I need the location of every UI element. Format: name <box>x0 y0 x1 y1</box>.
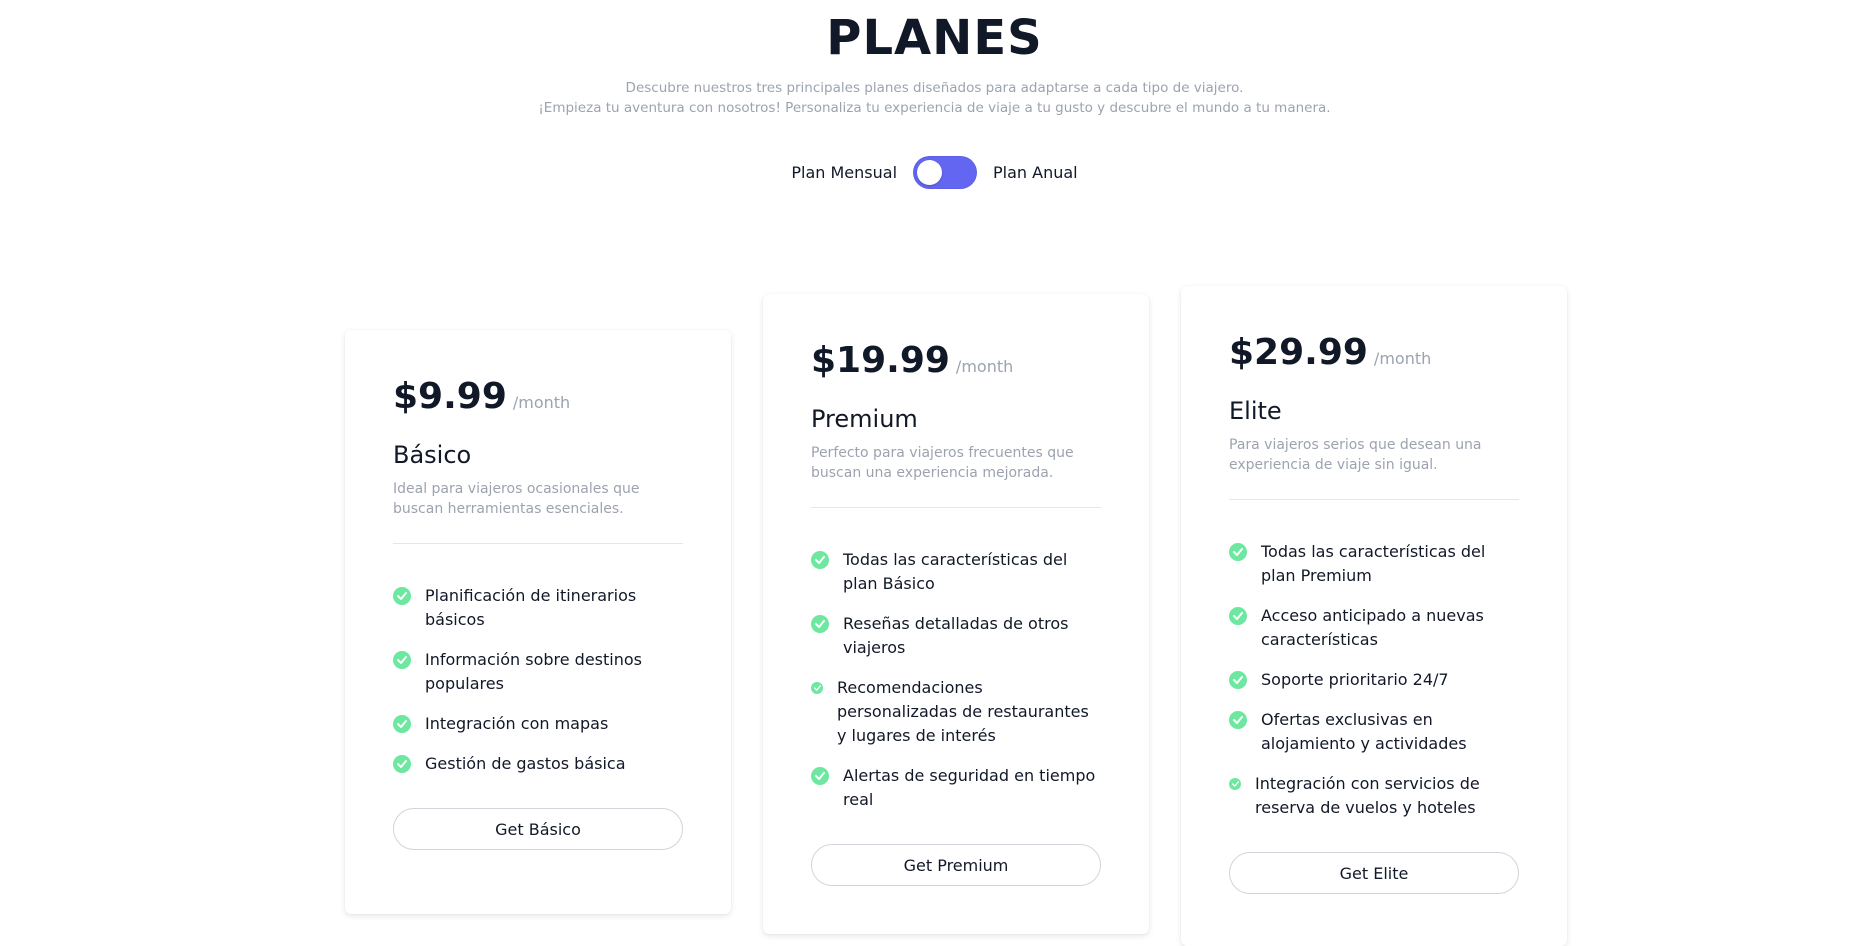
feature-label: Recomendaciones personalizadas de restau… <box>837 678 1089 745</box>
check-circle-icon <box>1229 711 1247 729</box>
plan-card-premium: $19.99 /month Premium Perfecto para viaj… <box>763 294 1149 934</box>
feature-label: Soporte prioritario 24/7 <box>1261 670 1449 689</box>
divider <box>1229 499 1519 500</box>
price-row: $9.99 /month <box>393 376 683 417</box>
monthly-plan-label[interactable]: Plan Mensual <box>791 163 897 182</box>
feature-item: Soporte prioritario 24/7 <box>1229 668 1519 692</box>
check-circle-icon <box>1229 778 1241 790</box>
feature-item: Información sobre destinos populares <box>393 648 683 696</box>
check-circle-icon <box>1229 671 1247 689</box>
feature-item: Gestión de gastos básica <box>393 752 683 776</box>
check-circle-icon <box>811 615 829 633</box>
plan-period: /month <box>955 357 1014 376</box>
check-circle-icon <box>393 715 411 733</box>
plan-description: Perfecto para viajeros frecuentes que bu… <box>811 445 1074 481</box>
billing-toggle-row: Plan Mensual Plan Anual <box>0 156 1869 189</box>
feature-item: Planificación de itinerarios básicos <box>393 584 683 632</box>
feature-label: Integración con mapas <box>425 714 609 733</box>
check-circle-icon <box>811 551 829 569</box>
feature-label: Todas las características del plan Básic… <box>843 550 1068 593</box>
feature-label: Planificación de itinerarios básicos <box>425 586 637 629</box>
plan-period: /month <box>512 393 571 412</box>
feature-list: Todas las características del plan Básic… <box>811 548 1101 812</box>
plan-price: $19.99 <box>811 340 950 381</box>
plan-description: Ideal para viajeros ocasionales que busc… <box>393 481 640 517</box>
page-subtitle-line-1: Descubre nuestros tres principales plane… <box>625 80 1244 96</box>
get-elite-button[interactable]: Get Elite <box>1229 852 1519 894</box>
divider <box>811 507 1101 508</box>
feature-item: Recomendaciones personalizadas de restau… <box>811 676 1101 748</box>
feature-item: Todas las características del plan Premi… <box>1229 540 1519 588</box>
check-circle-icon <box>393 651 411 669</box>
check-circle-icon <box>811 682 823 694</box>
plan-name: Premium <box>811 405 918 433</box>
feature-item: Integración con mapas <box>393 712 683 736</box>
price-row: $19.99 /month <box>811 340 1101 381</box>
plan-period: /month <box>1373 349 1432 368</box>
plan-price: $9.99 <box>393 376 507 417</box>
check-circle-icon <box>1229 607 1247 625</box>
check-circle-icon <box>1229 543 1247 561</box>
plan-card-basico: $9.99 /month Básico Ideal para viajeros … <box>345 330 731 914</box>
price-row: $29.99 /month <box>1229 332 1519 373</box>
feature-label: Ofertas exclusivas en alojamiento y acti… <box>1261 710 1467 753</box>
plan-name: Elite <box>1229 397 1282 425</box>
feature-item: Alertas de seguridad en tiempo real <box>811 764 1101 812</box>
plan-price: $29.99 <box>1229 332 1368 373</box>
feature-label: Información sobre destinos populares <box>425 650 642 693</box>
feature-label: Alertas de seguridad en tiempo real <box>843 766 1096 809</box>
feature-label: Acceso anticipado a nuevas característic… <box>1261 606 1484 649</box>
page-title: PLANES <box>826 10 1043 66</box>
feature-label: Gestión de gastos básica <box>425 754 626 773</box>
feature-list: Todas las características del plan Premi… <box>1229 540 1519 820</box>
billing-toggle-switch[interactable] <box>913 156 978 189</box>
check-circle-icon <box>393 587 411 605</box>
page-subtitle-line-2: ¡Empieza tu aventura con nosotros! Perso… <box>538 100 1331 116</box>
feature-list: Planificación de itinerarios básicos Inf… <box>393 584 683 776</box>
check-circle-icon <box>811 767 829 785</box>
check-circle-icon <box>393 755 411 773</box>
annual-plan-label[interactable]: Plan Anual <box>993 163 1078 182</box>
feature-item: Ofertas exclusivas en alojamiento y acti… <box>1229 708 1519 756</box>
feature-item: Reseñas detalladas de otros viajeros <box>811 612 1101 660</box>
feature-label: Reseñas detalladas de otros viajeros <box>843 614 1069 657</box>
divider <box>393 543 683 544</box>
feature-label: Todas las características del plan Premi… <box>1261 542 1486 585</box>
feature-item: Acceso anticipado a nuevas característic… <box>1229 604 1519 652</box>
toggle-knob <box>917 160 943 185</box>
plan-card-elite: $29.99 /month Elite Para viajeros serios… <box>1181 286 1567 946</box>
feature-label: Integración con servicios de reserva de … <box>1255 774 1480 817</box>
plan-description: Para viajeros serios que desean una expe… <box>1229 437 1482 473</box>
get-basico-button[interactable]: Get Básico <box>393 808 683 850</box>
feature-item: Todas las características del plan Básic… <box>811 548 1101 596</box>
feature-item: Integración con servicios de reserva de … <box>1229 772 1519 820</box>
get-premium-button[interactable]: Get Premium <box>811 844 1101 886</box>
plan-name: Básico <box>393 441 472 469</box>
